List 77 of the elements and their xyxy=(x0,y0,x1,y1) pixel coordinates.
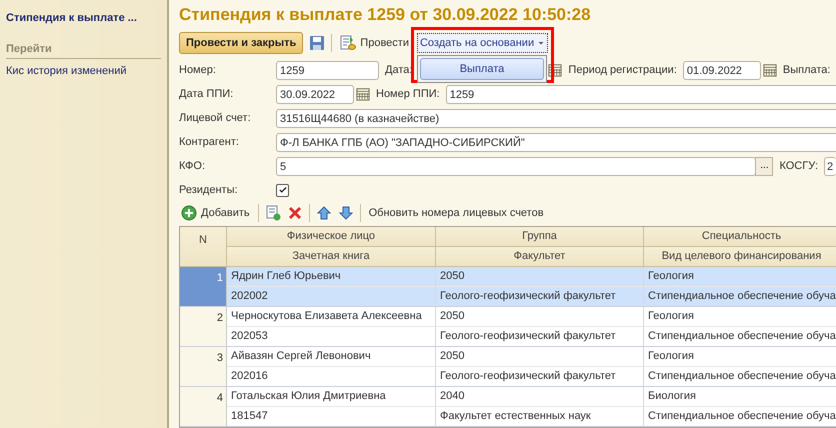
column-header[interactable]: Вид целевого финансирования xyxy=(644,247,836,267)
post-and-close-button[interactable]: Провести и закрыть xyxy=(179,32,304,54)
input-field[interactable]: Ф-Л БАНКА ГПБ (АО) "ЗАПАДНО-СИБИРСКИЙ" xyxy=(276,132,836,152)
field-label: КФО: xyxy=(179,158,206,174)
input-field[interactable]: 1259 xyxy=(276,60,379,80)
input-field[interactable]: 01.09.2022 xyxy=(682,60,761,80)
down-arrow-icon[interactable] xyxy=(338,205,354,221)
document-coins-icon xyxy=(340,35,356,51)
table-cell: 2040 xyxy=(436,387,644,407)
table-cell: Геолого-геофизический факультет xyxy=(436,327,644,347)
sidebar-link[interactable]: Кис история изменений xyxy=(6,63,161,80)
column-header[interactable]: Факультет xyxy=(436,247,644,267)
column-header[interactable]: Зачетная книга xyxy=(227,247,436,267)
table-cell: Геология xyxy=(644,307,836,327)
table-cell: 181547 xyxy=(227,407,436,427)
table-cell: Геология xyxy=(644,267,836,287)
table-cell: Айвазян Сергей Левонович xyxy=(227,347,436,367)
table-cell: 2050 xyxy=(436,267,644,287)
plus-icon xyxy=(181,205,197,221)
field-label: Лицевой счет: xyxy=(179,110,252,126)
delete-icon[interactable] xyxy=(286,205,303,221)
table-row[interactable]: 3 Айвазян Сергей Левонович 202016 2050 Геолого-геофизический факультет Геология Стипендиальное обеспечение обуча xyxy=(180,347,836,387)
table-cell: Черноскутова Елизавета Алексеевна xyxy=(227,307,436,327)
column-header[interactable]: Физическое лицо xyxy=(227,227,436,247)
table-cell: 202016 xyxy=(227,367,436,387)
column-header[interactable]: Специальность xyxy=(644,227,836,247)
up-arrow-icon[interactable] xyxy=(316,205,332,221)
ellipsis-button[interactable]: ... xyxy=(755,156,774,176)
field-label: Резиденты: xyxy=(179,182,239,198)
field-label: Дата ППИ: xyxy=(179,86,234,102)
copy-add-icon[interactable] xyxy=(264,205,281,221)
sidebar-title[interactable]: Стипендия к выплате ... xyxy=(6,10,161,26)
save-icon[interactable] xyxy=(309,35,326,51)
table-cell: Биология xyxy=(644,387,836,407)
check-icon xyxy=(278,185,288,195)
calendar-icon[interactable] xyxy=(356,87,370,101)
table-cell: Стипендиальное обеспечение обуча xyxy=(644,327,836,347)
create-based-on-button[interactable]: Создать на основании xyxy=(416,32,548,54)
input-field[interactable]: 30.09.2022 xyxy=(276,84,354,104)
calendar-icon[interactable] xyxy=(762,63,777,77)
table-cell: 202053 xyxy=(227,327,436,347)
table-cell: Факультет естественных наук xyxy=(436,407,644,427)
column-header[interactable]: N xyxy=(180,227,227,267)
section-heading: Перейти xyxy=(6,40,161,59)
menu-item[interactable]: Выплата xyxy=(420,58,544,80)
post-button[interactable]: Провести xyxy=(338,34,411,52)
table-cell: 2050 xyxy=(436,347,644,367)
table-cell: 202002 xyxy=(227,287,436,307)
input-field[interactable]: 1259 xyxy=(446,84,836,104)
table-cell: Стипендиальное обеспечение обуча xyxy=(644,367,836,387)
field-label: КОСГУ: xyxy=(779,158,818,174)
input-field[interactable]: 2 xyxy=(824,156,836,176)
table-cell: Ядрин Глеб Юрьевич xyxy=(227,267,436,287)
field-label: Контрагент: xyxy=(179,134,240,150)
field-label: Выплата: xyxy=(782,62,830,78)
table-cell: Геолого-геофизический факультет xyxy=(436,367,644,387)
field-label: Дата: xyxy=(385,62,412,78)
add-button[interactable]: Добавить xyxy=(179,204,252,222)
table-cell: Готальская Юлия Дмитриевна xyxy=(227,387,436,407)
checkbox[interactable] xyxy=(276,184,289,196)
row-number: 1 xyxy=(180,267,227,307)
table-row[interactable]: 4 Готальская Юлия Дмитриевна 181547 2040 Факультет естественных наук Биология Стипендиальное обеспечение обуча xyxy=(180,387,836,427)
table-cell: Геология xyxy=(644,347,836,367)
input-field[interactable]: 31516Щ44680 (в казначействе) xyxy=(276,108,836,128)
table-cell: Стипендиальное обеспечение обуча xyxy=(644,407,836,427)
table-cell: 2050 xyxy=(436,307,644,327)
column-header[interactable]: Группа xyxy=(436,227,644,247)
field-label: Период регистрации: xyxy=(568,62,677,78)
table-cell: Геолого-геофизический факультет xyxy=(436,287,644,307)
table-row[interactable]: 2 Черноскутова Елизавета Алексеевна 202053 2050 Геолого-геофизический факультет Геология Стипендиальное обеспечение обуча xyxy=(180,307,836,347)
document-title: Стипендия к выплате 1259 от 30.09.2022 10:50:28 xyxy=(179,4,592,26)
refresh-account-numbers-button[interactable]: Обновить номера лицевых счетов xyxy=(366,204,546,222)
field-label: Номер ППИ: xyxy=(376,86,440,102)
table-row[interactable]: 1 Ядрин Глеб Юрьевич 202002 2050 Геолого-геофизический факультет Геология Стипендиальное обеспечение обуча xyxy=(180,267,836,307)
table-cell: Стипендиальное обеспечение обуча xyxy=(644,287,836,307)
input-field[interactable]: 5 xyxy=(276,156,756,176)
field-label: Номер: xyxy=(179,62,217,78)
